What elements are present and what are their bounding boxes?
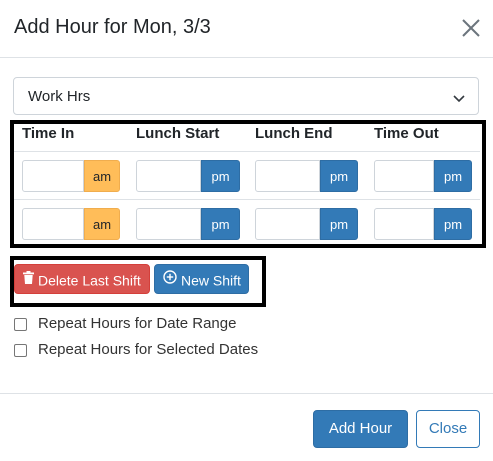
repeat-selected-label[interactable]: Repeat Hours for Selected Dates xyxy=(38,341,258,358)
row1-time-in: am xyxy=(22,160,120,192)
row2-time-in: am xyxy=(22,208,120,240)
time-out-input[interactable] xyxy=(374,208,434,240)
row-divider xyxy=(14,151,480,152)
repeat-selected-checkbox[interactable] xyxy=(14,344,27,357)
row1-lunch-start: pm xyxy=(136,160,240,192)
header-time-in: Time In xyxy=(22,125,75,142)
pm-badge[interactable]: pm xyxy=(201,208,240,240)
lunch-end-input[interactable] xyxy=(255,160,320,192)
pm-badge[interactable]: pm xyxy=(320,208,358,240)
am-badge[interactable]: am xyxy=(84,208,120,240)
delete-last-shift-button[interactable]: Delete Last Shift xyxy=(14,264,150,294)
modal-header: Add Hour for Mon, 3/3 xyxy=(0,0,493,58)
delete-last-shift-label: Delete Last Shift xyxy=(38,272,141,289)
pm-badge[interactable]: pm xyxy=(434,208,472,240)
plus-circle-icon xyxy=(163,265,177,293)
am-badge[interactable]: am xyxy=(84,160,120,192)
pm-badge[interactable]: pm xyxy=(201,160,240,192)
row2-time-out: pm xyxy=(374,208,472,240)
header-lunch-start: Lunch Start xyxy=(136,125,220,142)
header-time-out: Time Out xyxy=(374,125,439,142)
add-hour-button[interactable]: Add Hour xyxy=(313,410,408,448)
header-lunch-end: Lunch End xyxy=(255,125,333,142)
time-out-input[interactable] xyxy=(374,160,434,192)
time-in-input[interactable] xyxy=(22,208,84,240)
footer-divider xyxy=(0,393,493,394)
trash-icon xyxy=(23,265,34,293)
pm-badge[interactable]: pm xyxy=(320,160,358,192)
pm-badge[interactable]: pm xyxy=(434,160,472,192)
new-shift-label: New Shift xyxy=(181,272,241,289)
row2-lunch-end: pm xyxy=(255,208,358,240)
close-button[interactable]: Close xyxy=(416,410,480,448)
lunch-start-input[interactable] xyxy=(136,160,201,192)
row2-lunch-start: pm xyxy=(136,208,240,240)
row-divider xyxy=(14,199,480,200)
new-shift-button[interactable]: New Shift xyxy=(154,264,249,294)
row1-lunch-end: pm xyxy=(255,160,358,192)
lunch-start-input[interactable] xyxy=(136,208,201,240)
lunch-end-input[interactable] xyxy=(255,208,320,240)
repeat-range-label[interactable]: Repeat Hours for Date Range xyxy=(38,315,236,332)
time-in-input[interactable] xyxy=(22,160,84,192)
row1-time-out: pm xyxy=(374,160,472,192)
repeat-range-checkbox[interactable] xyxy=(14,318,27,331)
close-icon[interactable] xyxy=(460,17,482,39)
hour-type-value: Work Hrs xyxy=(28,88,91,105)
modal-title: Add Hour for Mon, 3/3 xyxy=(14,16,211,38)
hour-type-select[interactable]: Work Hrs xyxy=(13,77,479,115)
chevron-down-icon xyxy=(453,91,465,109)
